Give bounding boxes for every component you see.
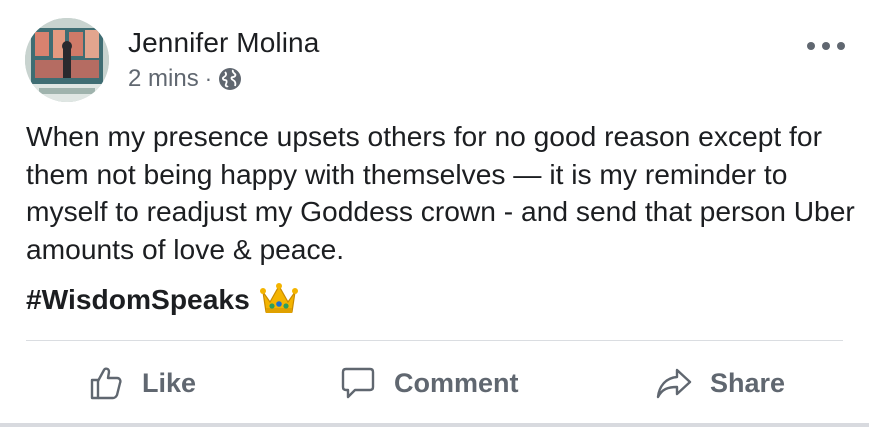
action-bar: Like Comment Share — [0, 341, 869, 425]
post-meta: 2 mins · — [128, 64, 242, 94]
share-label: Share — [710, 367, 786, 398]
meta-separator: · — [204, 66, 213, 91]
globe-icon[interactable] — [218, 67, 242, 91]
avatar[interactable] — [25, 18, 109, 102]
more-dot — [822, 42, 830, 50]
more-dot — [807, 42, 815, 50]
more-dot — [837, 42, 845, 50]
crown-emoji-icon — [259, 282, 298, 316]
hashtag-row: #WisdomSpeaks — [26, 281, 298, 317]
more-options-icon[interactable] — [807, 36, 845, 56]
like-label: Like — [142, 367, 197, 398]
author-name[interactable]: Jennifer Molina — [128, 26, 319, 60]
post-body: When my presence upsets others for no go… — [26, 120, 855, 265]
comment-bubble-icon — [341, 367, 375, 399]
share-arrow-icon — [656, 368, 692, 399]
comment-button[interactable]: Comment — [340, 363, 519, 403]
hashtag-link[interactable]: #WisdomSpeaks — [26, 283, 250, 316]
share-button[interactable]: Share — [656, 363, 785, 403]
bottom-border — [0, 423, 869, 427]
post-card: Jennifer Molina 2 mins · When my presenc… — [0, 0, 869, 427]
timestamp[interactable]: 2 mins — [128, 65, 199, 93]
like-button[interactable]: Like — [88, 363, 196, 403]
comment-label: Comment — [394, 367, 519, 398]
thumbs-up-icon — [90, 367, 122, 400]
